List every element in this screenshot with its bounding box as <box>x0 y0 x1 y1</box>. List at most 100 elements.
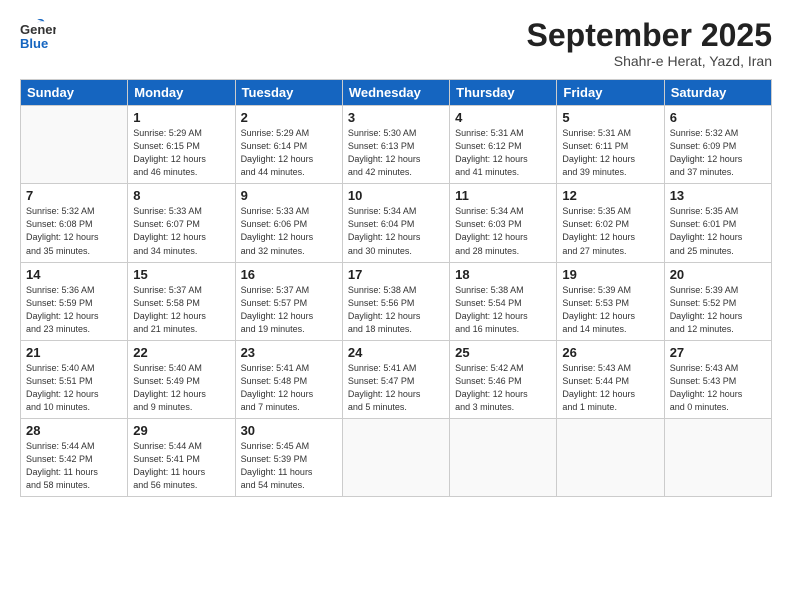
header-wednesday: Wednesday <box>342 80 449 106</box>
header-friday: Friday <box>557 80 664 106</box>
day-number: 15 <box>133 267 229 282</box>
day-info: Sunrise: 5:31 AM Sunset: 6:11 PM Dayligh… <box>562 127 658 179</box>
day-number: 29 <box>133 423 229 438</box>
day-info: Sunrise: 5:41 AM Sunset: 5:47 PM Dayligh… <box>348 362 444 414</box>
day-info: Sunrise: 5:38 AM Sunset: 5:56 PM Dayligh… <box>348 284 444 336</box>
day-info: Sunrise: 5:29 AM Sunset: 6:15 PM Dayligh… <box>133 127 229 179</box>
day-number: 13 <box>670 188 766 203</box>
day-info: Sunrise: 5:43 AM Sunset: 5:44 PM Dayligh… <box>562 362 658 414</box>
day-number: 21 <box>26 345 122 360</box>
day-info: Sunrise: 5:37 AM Sunset: 5:57 PM Dayligh… <box>241 284 337 336</box>
day-number: 20 <box>670 267 766 282</box>
table-row <box>21 106 128 184</box>
header-tuesday: Tuesday <box>235 80 342 106</box>
day-info: Sunrise: 5:34 AM Sunset: 6:04 PM Dayligh… <box>348 205 444 257</box>
table-row: 15 Sunrise: 5:37 AM Sunset: 5:58 PM Dayli… <box>128 262 235 340</box>
day-number: 18 <box>455 267 551 282</box>
day-number: 8 <box>133 188 229 203</box>
day-info: Sunrise: 5:38 AM Sunset: 5:54 PM Dayligh… <box>455 284 551 336</box>
table-row <box>342 418 449 496</box>
calendar-header-row: Sunday Monday Tuesday Wednesday Thursday… <box>21 80 772 106</box>
table-row: 9 Sunrise: 5:33 AM Sunset: 6:06 PM Daylig… <box>235 184 342 262</box>
header-thursday: Thursday <box>450 80 557 106</box>
table-row: 12Sunrise: 5:35 AM Sunset: 6:02 PM Dayli… <box>557 184 664 262</box>
location: Shahr-e Herat, Yazd, Iran <box>527 53 772 69</box>
calendar-week-row: 7 Sunrise: 5:32 AM Sunset: 6:08 PM Daylig… <box>21 184 772 262</box>
day-number: 2 <box>241 110 337 125</box>
day-number: 30 <box>241 423 337 438</box>
day-info: Sunrise: 5:44 AM Sunset: 5:42 PM Dayligh… <box>26 440 122 492</box>
day-number: 19 <box>562 267 658 282</box>
table-row: 28 Sunrise: 5:44 AM Sunset: 5:42 PM Dayli… <box>21 418 128 496</box>
day-info: Sunrise: 5:41 AM Sunset: 5:48 PM Dayligh… <box>241 362 337 414</box>
table-row: 27 Sunrise: 5:43 AM Sunset: 5:43 PM Dayli… <box>664 340 771 418</box>
table-row: 16 Sunrise: 5:37 AM Sunset: 5:57 PM Dayli… <box>235 262 342 340</box>
day-info: Sunrise: 5:42 AM Sunset: 5:46 PM Dayligh… <box>455 362 551 414</box>
table-row: 19 Sunrise: 5:39 AM Sunset: 5:53 PM Dayli… <box>557 262 664 340</box>
table-row: 26 Sunrise: 5:43 AM Sunset: 5:44 PM Dayli… <box>557 340 664 418</box>
logo: General Blue <box>20 18 56 59</box>
day-number: 5 <box>562 110 658 125</box>
day-number: 7 <box>26 188 122 203</box>
table-row: 24Sunrise: 5:41 AM Sunset: 5:47 PM Dayli… <box>342 340 449 418</box>
table-row: 1 Sunrise: 5:29 AM Sunset: 6:15 PM Daylig… <box>128 106 235 184</box>
day-number: 10 <box>348 188 444 203</box>
table-row: 7 Sunrise: 5:32 AM Sunset: 6:08 PM Daylig… <box>21 184 128 262</box>
day-number: 27 <box>670 345 766 360</box>
day-info: Sunrise: 5:33 AM Sunset: 6:07 PM Dayligh… <box>133 205 229 257</box>
day-info: Sunrise: 5:44 AM Sunset: 5:41 PM Dayligh… <box>133 440 229 492</box>
month-title: September 2025 <box>527 18 772 53</box>
calendar-week-row: 14Sunrise: 5:36 AM Sunset: 5:59 PM Dayli… <box>21 262 772 340</box>
table-row: 3Sunrise: 5:30 AM Sunset: 6:13 PM Daylig… <box>342 106 449 184</box>
calendar-week-row: 28 Sunrise: 5:44 AM Sunset: 5:42 PM Dayli… <box>21 418 772 496</box>
day-info: Sunrise: 5:40 AM Sunset: 5:51 PM Dayligh… <box>26 362 122 414</box>
day-number: 28 <box>26 423 122 438</box>
day-info: Sunrise: 5:29 AM Sunset: 6:14 PM Dayligh… <box>241 127 337 179</box>
day-info: Sunrise: 5:43 AM Sunset: 5:43 PM Dayligh… <box>670 362 766 414</box>
day-number: 11 <box>455 188 551 203</box>
table-row: 22 Sunrise: 5:40 AM Sunset: 5:49 PM Dayli… <box>128 340 235 418</box>
table-row: 21 Sunrise: 5:40 AM Sunset: 5:51 PM Dayli… <box>21 340 128 418</box>
table-row: 6Sunrise: 5:32 AM Sunset: 6:09 PM Daylig… <box>664 106 771 184</box>
day-number: 22 <box>133 345 229 360</box>
header-sunday: Sunday <box>21 80 128 106</box>
table-row: 4Sunrise: 5:31 AM Sunset: 6:12 PM Daylig… <box>450 106 557 184</box>
day-number: 26 <box>562 345 658 360</box>
header: General Blue September 2025 Shahr-e Hera… <box>20 18 772 69</box>
day-info: Sunrise: 5:33 AM Sunset: 6:06 PM Dayligh… <box>241 205 337 257</box>
table-row: 20Sunrise: 5:39 AM Sunset: 5:52 PM Dayli… <box>664 262 771 340</box>
table-row: 10 Sunrise: 5:34 AM Sunset: 6:04 PM Dayli… <box>342 184 449 262</box>
table-row: 13 Sunrise: 5:35 AM Sunset: 6:01 PM Dayli… <box>664 184 771 262</box>
day-number: 1 <box>133 110 229 125</box>
table-row <box>557 418 664 496</box>
day-number: 25 <box>455 345 551 360</box>
day-info: Sunrise: 5:37 AM Sunset: 5:58 PM Dayligh… <box>133 284 229 336</box>
table-row: 5 Sunrise: 5:31 AM Sunset: 6:11 PM Daylig… <box>557 106 664 184</box>
page: General Blue September 2025 Shahr-e Hera… <box>0 0 792 612</box>
day-number: 14 <box>26 267 122 282</box>
day-info: Sunrise: 5:35 AM Sunset: 6:02 PM Dayligh… <box>562 205 658 257</box>
day-number: 16 <box>241 267 337 282</box>
day-info: Sunrise: 5:45 AM Sunset: 5:39 PM Dayligh… <box>241 440 337 492</box>
calendar-week-row: 1 Sunrise: 5:29 AM Sunset: 6:15 PM Daylig… <box>21 106 772 184</box>
calendar-week-row: 21 Sunrise: 5:40 AM Sunset: 5:51 PM Dayli… <box>21 340 772 418</box>
title-area: September 2025 Shahr-e Herat, Yazd, Iran <box>527 18 772 69</box>
day-number: 9 <box>241 188 337 203</box>
day-info: Sunrise: 5:40 AM Sunset: 5:49 PM Dayligh… <box>133 362 229 414</box>
header-saturday: Saturday <box>664 80 771 106</box>
table-row <box>450 418 557 496</box>
table-row: 29 Sunrise: 5:44 AM Sunset: 5:41 PM Dayli… <box>128 418 235 496</box>
table-row: 11 Sunrise: 5:34 AM Sunset: 6:03 PM Dayli… <box>450 184 557 262</box>
logo-icon: General Blue <box>20 18 56 59</box>
day-info: Sunrise: 5:34 AM Sunset: 6:03 PM Dayligh… <box>455 205 551 257</box>
day-info: Sunrise: 5:32 AM Sunset: 6:08 PM Dayligh… <box>26 205 122 257</box>
table-row: 18 Sunrise: 5:38 AM Sunset: 5:54 PM Dayli… <box>450 262 557 340</box>
day-info: Sunrise: 5:35 AM Sunset: 6:01 PM Dayligh… <box>670 205 766 257</box>
day-info: Sunrise: 5:39 AM Sunset: 5:53 PM Dayligh… <box>562 284 658 336</box>
table-row: 2 Sunrise: 5:29 AM Sunset: 6:14 PM Daylig… <box>235 106 342 184</box>
svg-text:Blue: Blue <box>20 36 48 51</box>
calendar-table: Sunday Monday Tuesday Wednesday Thursday… <box>20 79 772 497</box>
svg-text:General: General <box>20 22 56 37</box>
table-row: 14Sunrise: 5:36 AM Sunset: 5:59 PM Dayli… <box>21 262 128 340</box>
table-row <box>664 418 771 496</box>
